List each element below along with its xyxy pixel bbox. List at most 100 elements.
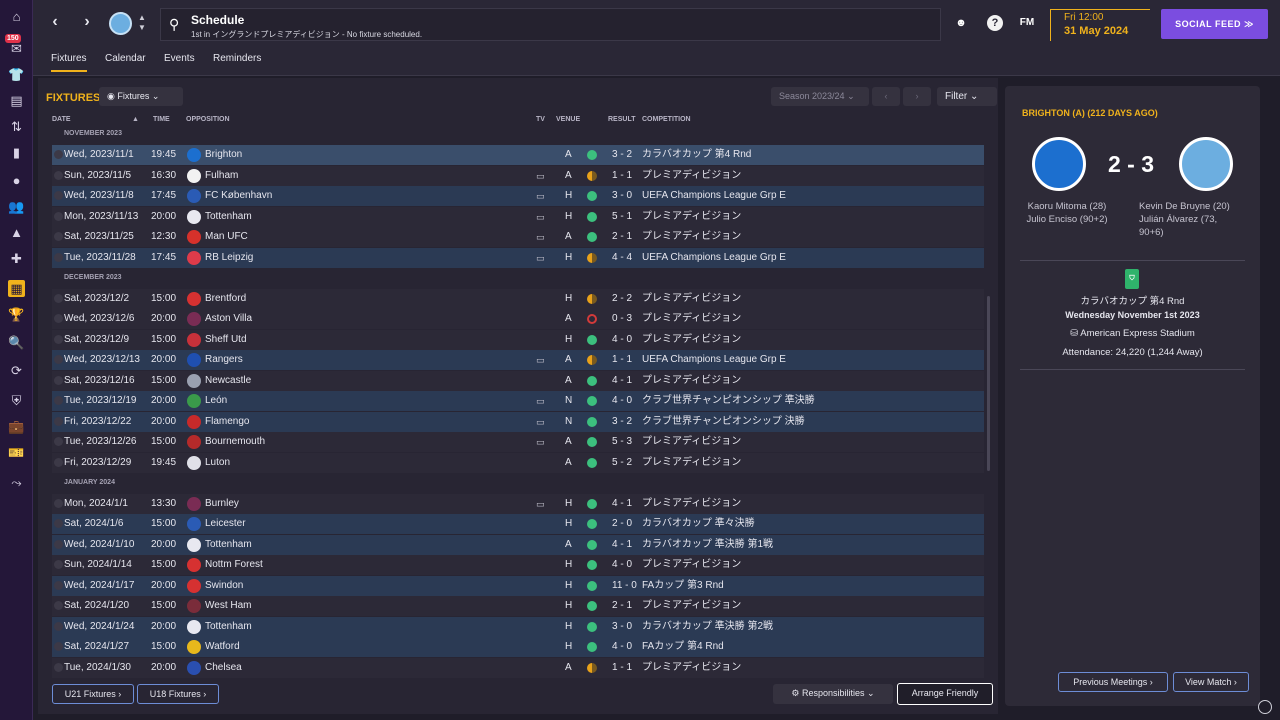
man-city-crest-icon[interactable] xyxy=(1179,137,1233,191)
score[interactable]: 1 - 1 xyxy=(612,658,632,678)
away-scorer[interactable]: Kevin De Bruyne (20) xyxy=(1139,200,1249,213)
col-competition[interactable]: COMPETITION xyxy=(642,116,691,123)
score[interactable]: 0 - 3 xyxy=(612,309,632,329)
table-row[interactable]: Mon, 2023/11/13 20:00 Tottenham H 5 - 1 プレミアデ… xyxy=(52,206,984,227)
select-marker[interactable] xyxy=(54,170,63,180)
competition[interactable]: プレミアディビジョン xyxy=(642,453,741,473)
back-button[interactable]: ‹ xyxy=(47,14,63,30)
score[interactable]: 5 - 1 xyxy=(612,207,632,227)
opponent-name[interactable]: Man UFC xyxy=(205,227,248,247)
social-icon[interactable]: ☻ xyxy=(953,15,969,31)
previous-season-button[interactable]: ‹ xyxy=(872,87,900,106)
score[interactable]: 5 - 3 xyxy=(612,432,632,452)
table-row[interactable]: Wed, 2024/1/10 20:00 Tottenham A 4 - 1 カラバオカッ… xyxy=(52,534,984,555)
table-row[interactable]: Wed, 2023/11/8 17:45 FC København H 3 - 0 UEF… xyxy=(52,186,984,206)
next-season-button[interactable]: › xyxy=(903,87,931,106)
opponent-name[interactable]: West Ham xyxy=(205,596,252,616)
inbox-icon[interactable]: ✉ xyxy=(8,40,25,57)
table-row[interactable]: Fri, 2023/12/22 20:00 Flamengo N 3 - 2 クラブ世界チ… xyxy=(52,411,984,432)
competition[interactable]: FAカップ 第4 Rnd xyxy=(642,637,724,657)
opponent-name[interactable]: Aston Villa xyxy=(205,309,252,329)
social-feed-button[interactable]: SOCIAL FEED ≫ xyxy=(1161,9,1268,39)
opponent-name[interactable]: Leicester xyxy=(205,514,246,534)
score[interactable]: 4 - 1 xyxy=(612,535,632,555)
opponent-name[interactable]: Bournemouth xyxy=(205,432,265,452)
table-row[interactable]: Sat, 2023/12/2 15:00 Brentford H 2 - 2 プレミアディ… xyxy=(52,288,984,309)
competition[interactable]: クラブ世界チャンピオンシップ 準決勝 xyxy=(642,391,815,411)
tab-calendar[interactable]: Calendar xyxy=(105,53,146,70)
competition[interactable]: プレミアディビジョン xyxy=(642,330,741,350)
table-row[interactable]: Sat, 2024/1/6 15:00 Leicester H 2 - 0 カラバオカップ… xyxy=(52,514,984,534)
away-scorer[interactable]: Julián Álvarez (73, xyxy=(1139,213,1249,226)
responsibilities-button[interactable]: ⚙ Responsibilities ⌄ xyxy=(773,684,893,704)
competition[interactable]: プレミアディビジョン xyxy=(642,371,741,391)
fm-logo[interactable]: FM xyxy=(1017,15,1037,31)
filter-button[interactable]: Filter ⌄ xyxy=(937,87,997,106)
schedule-icon[interactable]: ▦ xyxy=(8,280,25,297)
table-row[interactable]: Wed, 2023/12/13 20:00 Rangers A 1 - 1 UEFA Ch… xyxy=(52,350,984,370)
dev-centre-icon[interactable]: 🎫 xyxy=(8,444,25,461)
select-marker[interactable] xyxy=(54,662,63,672)
select-marker[interactable] xyxy=(54,498,63,508)
table-row[interactable]: Sat, 2024/1/20 15:00 West Ham H 2 - 1 プレミアディビ… xyxy=(52,596,984,616)
col-venue[interactable]: VENUE xyxy=(556,116,580,123)
score[interactable]: 2 - 1 xyxy=(612,596,632,616)
competitions-icon[interactable]: 🏆 xyxy=(8,306,25,323)
competition[interactable]: プレミアディビジョン xyxy=(642,596,741,616)
table-row[interactable]: Wed, 2023/11/1 19:45 Brighton A 3 - 2 カラバオカップ… xyxy=(52,145,984,165)
select-marker[interactable] xyxy=(54,580,63,590)
opponent-name[interactable]: Newcastle xyxy=(205,371,251,391)
select-marker[interactable] xyxy=(54,232,63,241)
competition-name[interactable]: カラバオカップ 第4 Rnd xyxy=(1005,293,1260,307)
opponent-name[interactable]: Swindon xyxy=(205,576,243,596)
competition[interactable]: カラバオカップ 準決勝 第1戦 xyxy=(642,535,773,555)
score[interactable]: 3 - 0 xyxy=(612,186,632,206)
home-icon[interactable]: ⌂ xyxy=(8,8,25,25)
home-scorer[interactable]: Kaoru Mitoma (28) xyxy=(1017,200,1117,213)
staff-icon[interactable]: 👥 xyxy=(8,198,25,215)
select-marker[interactable] xyxy=(54,416,63,426)
competition[interactable]: プレミアディビジョン xyxy=(642,227,741,247)
tab-reminders[interactable]: Reminders xyxy=(213,53,261,70)
table-row[interactable]: Mon, 2024/1/1 13:30 Burnley H 4 - 1 プレミアディビジョ… xyxy=(52,493,984,514)
competition[interactable]: プレミアディビジョン xyxy=(642,309,741,329)
club-crest-icon[interactable] xyxy=(109,12,132,35)
forward-button[interactable]: › xyxy=(79,14,95,30)
competition[interactable]: プレミアディビジョン xyxy=(642,432,741,452)
opponent-name[interactable]: FC København xyxy=(205,186,272,206)
tab-events[interactable]: Events xyxy=(164,53,195,70)
season-select[interactable]: Season 2023/24 ⌄ xyxy=(771,87,869,106)
select-marker[interactable] xyxy=(54,334,63,344)
competition[interactable]: プレミアディビジョン xyxy=(642,494,741,514)
previous-meetings-button[interactable]: Previous Meetings › xyxy=(1058,672,1168,692)
table-row[interactable]: Sat, 2024/1/27 15:00 Watford H 4 - 0 FAカップ 第4… xyxy=(52,637,984,657)
select-marker[interactable] xyxy=(54,560,63,569)
score[interactable]: 5 - 2 xyxy=(612,453,632,473)
competition[interactable]: クラブ世界チャンピオンシップ 決勝 xyxy=(642,412,805,432)
table-row[interactable]: Tue, 2024/1/30 20:00 Chelsea A 1 - 1 プレミアディビジ… xyxy=(52,657,984,678)
opponent-name[interactable]: Brighton xyxy=(205,145,242,165)
score[interactable]: 3 - 0 xyxy=(612,617,632,637)
table-row[interactable]: Tue, 2023/12/26 15:00 Bournemouth A 5 - 3 プレミ… xyxy=(52,432,984,452)
score[interactable]: 2 - 2 xyxy=(612,289,632,309)
competition[interactable]: カラバオカップ 第4 Rnd xyxy=(642,145,751,165)
u18-fixtures-button[interactable]: U18 Fixtures › xyxy=(137,684,219,704)
tactics-icon[interactable]: ▤ xyxy=(8,92,25,109)
search-icon[interactable]: ⚲ xyxy=(169,16,179,33)
select-marker[interactable] xyxy=(54,314,63,323)
opponent-name[interactable]: Burnley xyxy=(205,494,239,514)
score[interactable]: 4 - 1 xyxy=(612,371,632,391)
opponent-name[interactable]: Brentford xyxy=(205,289,246,309)
opponent-name[interactable]: Fulham xyxy=(205,166,238,186)
select-marker[interactable] xyxy=(54,211,63,221)
handshake-icon[interactable]: ⤳ xyxy=(8,474,25,491)
competition[interactable]: UEFA Champions League Grp E xyxy=(642,248,786,268)
score[interactable]: 3 - 2 xyxy=(612,145,632,165)
development-icon[interactable]: ● xyxy=(8,172,25,189)
scouting-icon[interactable]: 🔍 xyxy=(8,334,25,351)
table-row[interactable]: Sat, 2023/11/25 12:30 Man UFC A 2 - 1 プレミアディビ… xyxy=(52,227,984,247)
opponent-name[interactable]: Sheff Utd xyxy=(205,330,247,350)
score[interactable]: 2 - 1 xyxy=(612,227,632,247)
opponent-name[interactable]: Flamengo xyxy=(205,412,249,432)
table-row[interactable]: Tue, 2023/11/28 17:45 RB Leipzig H 4 - 4 UEFA… xyxy=(52,247,984,268)
